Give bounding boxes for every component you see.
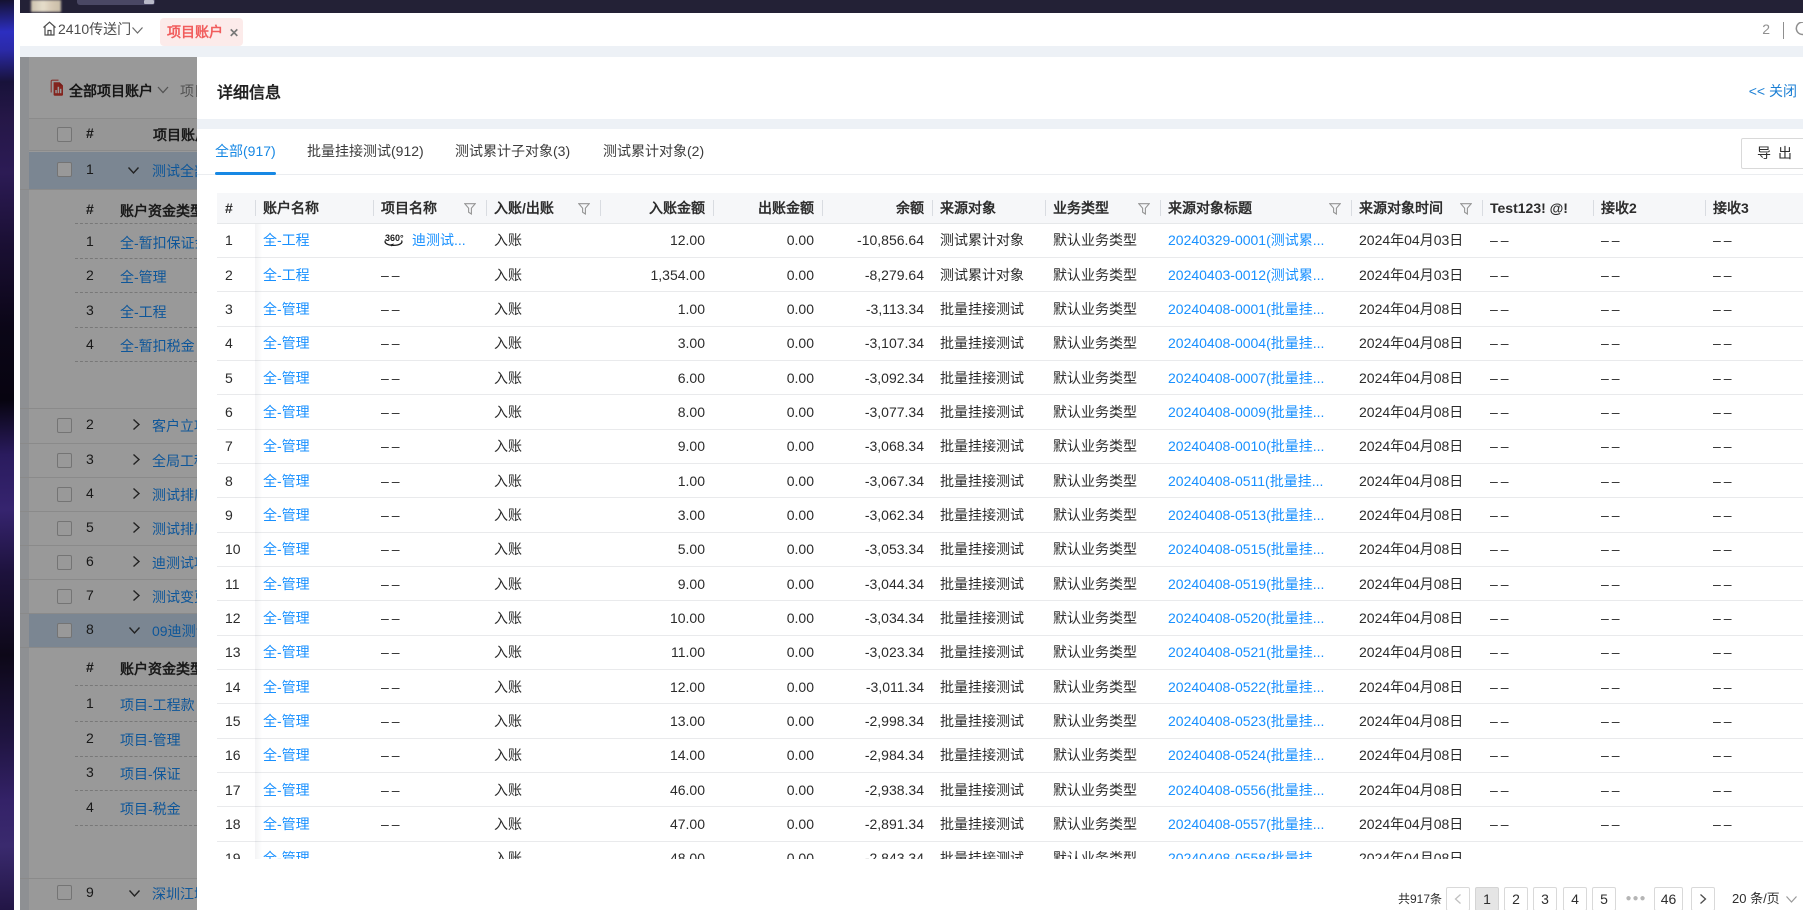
svg-text:360°: 360° [385,233,404,243]
